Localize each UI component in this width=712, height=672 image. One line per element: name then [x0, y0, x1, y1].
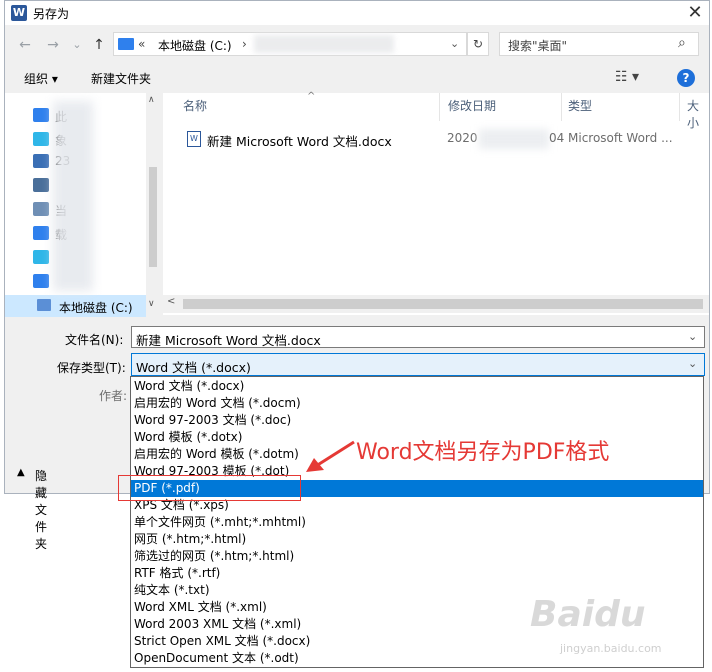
search-icon[interactable]: ⌕ [678, 35, 686, 51]
file-date-prefix: 2020 [447, 131, 478, 145]
folder-icon [33, 132, 49, 146]
navigation-pane: 本地磁盘 (C:) 此象23当载 ∧ ∨ [5, 93, 160, 317]
filetype-option[interactable]: 启用宏的 Word 文档 (*.docm) [131, 395, 703, 412]
filename-value[interactable]: 新建 Microsoft Word 文档.docx [136, 330, 321, 349]
file-date-suffix: 04 [549, 131, 565, 145]
filetype-select[interactable]: Word 文档 (*.docx) ⌄ [131, 353, 705, 376]
search-input[interactable]: 搜索"桌面" ⌕ [499, 32, 699, 56]
folder-icon [33, 108, 49, 122]
date-blur-mask [479, 129, 549, 149]
filetype-label: 保存类型(T): [57, 361, 126, 375]
column-header-size[interactable]: 大小 [687, 97, 709, 130]
sidebar-item-c-drive[interactable]: 本地磁盘 (C:) [5, 295, 146, 317]
filetype-option[interactable]: 单个文件网页 (*.mht;*.mhtml) [131, 514, 703, 531]
scroll-down-icon[interactable]: ∨ [148, 299, 155, 309]
collapse-arrow-icon: ▲ [17, 467, 25, 478]
horizontal-scroll-thumb[interactable] [183, 299, 703, 309]
column-header-type[interactable]: 类型 [568, 97, 592, 121]
view-options-icon[interactable]: ☷ ▾ [615, 69, 639, 85]
column-header-modified[interactable]: 修改日期 [448, 97, 496, 121]
recent-locations-chevron-icon[interactable]: ⌄ [67, 35, 87, 55]
sidebar-scroll-thumb[interactable] [149, 167, 157, 267]
watermark-subtext: jingyan.baidu.com [560, 642, 662, 655]
search-placeholder: 搜索"桌面" [508, 39, 568, 53]
address-path[interactable]: 本地磁盘 (C:) [158, 37, 232, 54]
drive-icon [118, 38, 134, 50]
scroll-left-icon[interactable]: < [167, 296, 175, 307]
command-toolbar: 组织 ▾ 新建文件夹 ☷ ▾ ? [5, 65, 709, 91]
navigation-bar: ← → ⌄ ↑ « 本地磁盘 (C:) › ⌄ ↻ 搜索"桌面" ⌕ [5, 29, 709, 61]
filetype-value[interactable]: Word 文档 (*.docx) [136, 357, 251, 376]
title-bar: W 另存为 ✕ [5, 1, 709, 25]
new-folder-button[interactable]: 新建文件夹 [91, 70, 151, 87]
filetype-option[interactable]: 网页 (*.htm;*.html) [131, 531, 703, 548]
filetype-option[interactable]: RTF 格式 (*.rtf) [131, 565, 703, 582]
folder-icon [33, 226, 49, 240]
scroll-up-icon[interactable]: ∧ [148, 95, 155, 105]
address-chevron-icon[interactable]: › [242, 37, 247, 51]
watermark-logo: Baidu [530, 594, 646, 635]
annotation-text: Word文档另存为PDF格式 [356, 440, 610, 465]
filetype-option[interactable]: Word 97-2003 文档 (*.doc) [131, 412, 703, 429]
filename-label: 文件名(N): [65, 333, 124, 347]
window-title: 另存为 [33, 7, 70, 21]
author-label: 作者: [99, 389, 128, 403]
sort-ascending-icon: ^ [307, 91, 316, 102]
folder-icon [33, 250, 49, 264]
sidebar-item-label: 本地磁盘 (C:) [59, 301, 133, 315]
forward-arrow-icon[interactable]: → [43, 35, 63, 55]
hide-folders-label: 隐藏文件夹 [35, 469, 48, 551]
filetype-option[interactable]: 筛选过的网页 (*.htm;*.html) [131, 548, 703, 565]
address-blur-mask [254, 35, 394, 53]
filename-input[interactable]: 新建 Microsoft Word 文档.docx ⌄ [131, 326, 705, 348]
address-dropdown-icon[interactable]: ⌄ [450, 37, 459, 50]
annotation-highlight-box [118, 475, 301, 501]
folder-icon [33, 274, 49, 288]
file-list-pane: ^ 名称 修改日期 类型 大小 W 新建 Microsoft Word 文档.d… [163, 91, 709, 315]
drive-icon [37, 299, 51, 311]
folder-icon [33, 154, 49, 168]
organize-menu-button[interactable]: 组织 ▾ [24, 70, 58, 87]
horizontal-scrollbar[interactable]: < [163, 295, 709, 313]
up-arrow-icon[interactable]: ↑ [89, 35, 109, 55]
annotation-arrow-icon [306, 440, 355, 472]
back-arrow-icon[interactable]: ← [15, 35, 35, 55]
column-divider[interactable] [679, 93, 680, 121]
chevron-down-icon[interactable]: ⌄ [688, 357, 697, 370]
address-overflow-icon[interactable]: « [138, 37, 145, 51]
folder-icon [33, 202, 49, 216]
privacy-blur-mask [53, 101, 93, 291]
refresh-icon[interactable]: ↻ [467, 32, 489, 56]
address-bar[interactable]: « 本地磁盘 (C:) › ⌄ [113, 32, 467, 56]
word-app-icon: W [11, 5, 27, 21]
filetype-option[interactable]: Word 文档 (*.docx) [131, 378, 703, 395]
help-icon[interactable]: ? [677, 69, 695, 87]
column-divider[interactable] [439, 93, 440, 121]
file-type: Microsoft Word ... [568, 131, 673, 145]
column-divider[interactable] [561, 93, 562, 121]
folder-icon [33, 178, 49, 192]
table-row[interactable]: W 新建 Microsoft Word 文档.docx 2020 04 Micr… [183, 129, 703, 151]
word-document-icon: W [187, 131, 201, 147]
column-header-name[interactable]: 名称 [183, 97, 207, 121]
chevron-down-icon[interactable]: ⌄ [688, 330, 697, 343]
close-button[interactable]: ✕ [681, 1, 709, 25]
file-name: 新建 Microsoft Word 文档.docx [207, 134, 392, 149]
